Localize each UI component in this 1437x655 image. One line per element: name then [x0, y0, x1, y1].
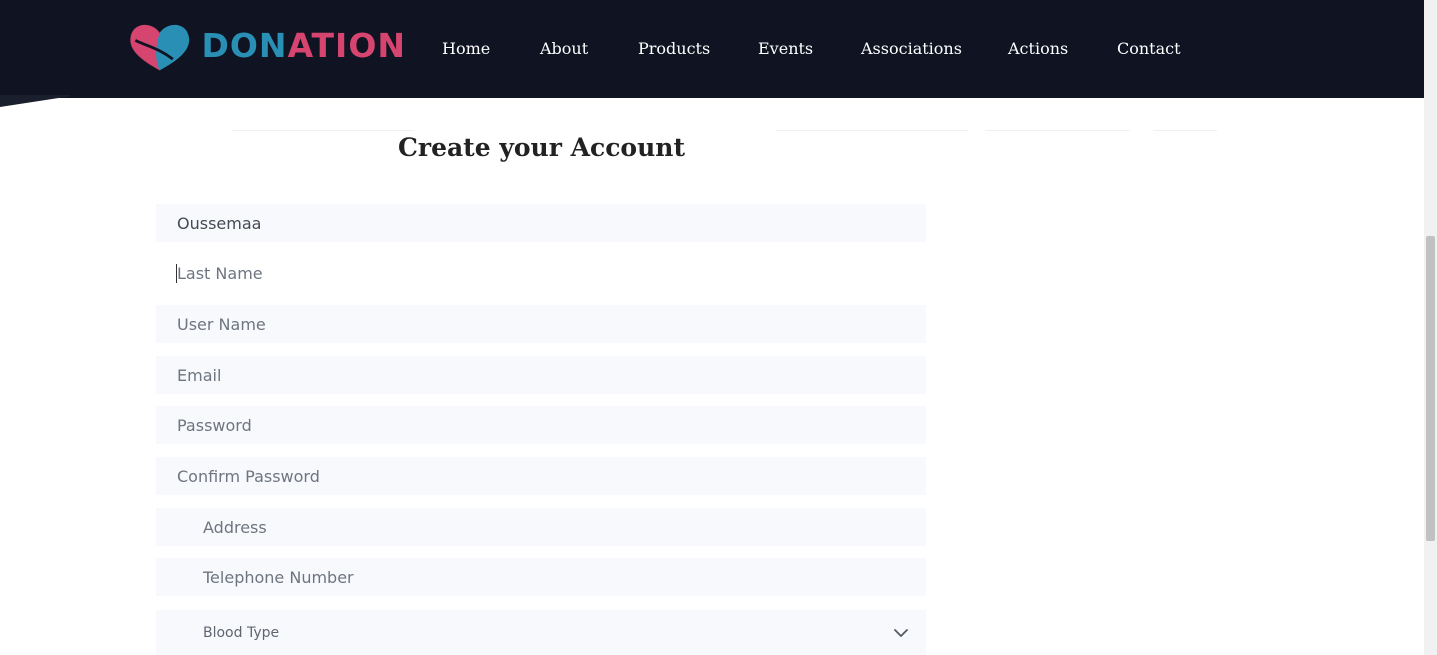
scrollbar-thumb[interactable] — [1426, 236, 1435, 541]
top-navbar: DONATION Home About Products Events Asso… — [0, 0, 1424, 98]
nav-item-associations[interactable]: Associations — [861, 38, 962, 60]
nav-item-home[interactable]: Home — [442, 38, 490, 60]
nav-item-actions[interactable]: Actions — [1008, 38, 1068, 60]
nav-item-products[interactable]: Products — [638, 38, 710, 60]
chevron-down-icon — [894, 629, 908, 637]
blood-type-selected-value: Blood Type — [203, 625, 280, 641]
email-field[interactable] — [156, 356, 926, 394]
navbar-decoration — [0, 95, 70, 107]
last-name-field[interactable] — [156, 254, 926, 292]
brand-logo[interactable]: DONATION — [126, 18, 406, 74]
blood-type-select[interactable]: Blood Type — [156, 610, 926, 655]
text-cursor — [176, 264, 177, 283]
divider — [1153, 130, 1217, 131]
user-name-field[interactable] — [156, 305, 926, 343]
page-title: Create your Account — [398, 133, 685, 162]
address-field[interactable] — [156, 508, 926, 546]
nav-item-events[interactable]: Events — [758, 38, 813, 60]
password-field[interactable] — [156, 406, 926, 444]
telephone-field[interactable] — [156, 558, 926, 596]
first-name-field[interactable] — [156, 204, 926, 242]
brand-name: DONATION — [201, 26, 406, 65]
nav-item-contact[interactable]: Contact — [1117, 38, 1181, 60]
nav-item-about[interactable]: About — [540, 38, 588, 60]
heart-icon — [130, 24, 190, 71]
confirm-password-field[interactable] — [156, 457, 926, 495]
